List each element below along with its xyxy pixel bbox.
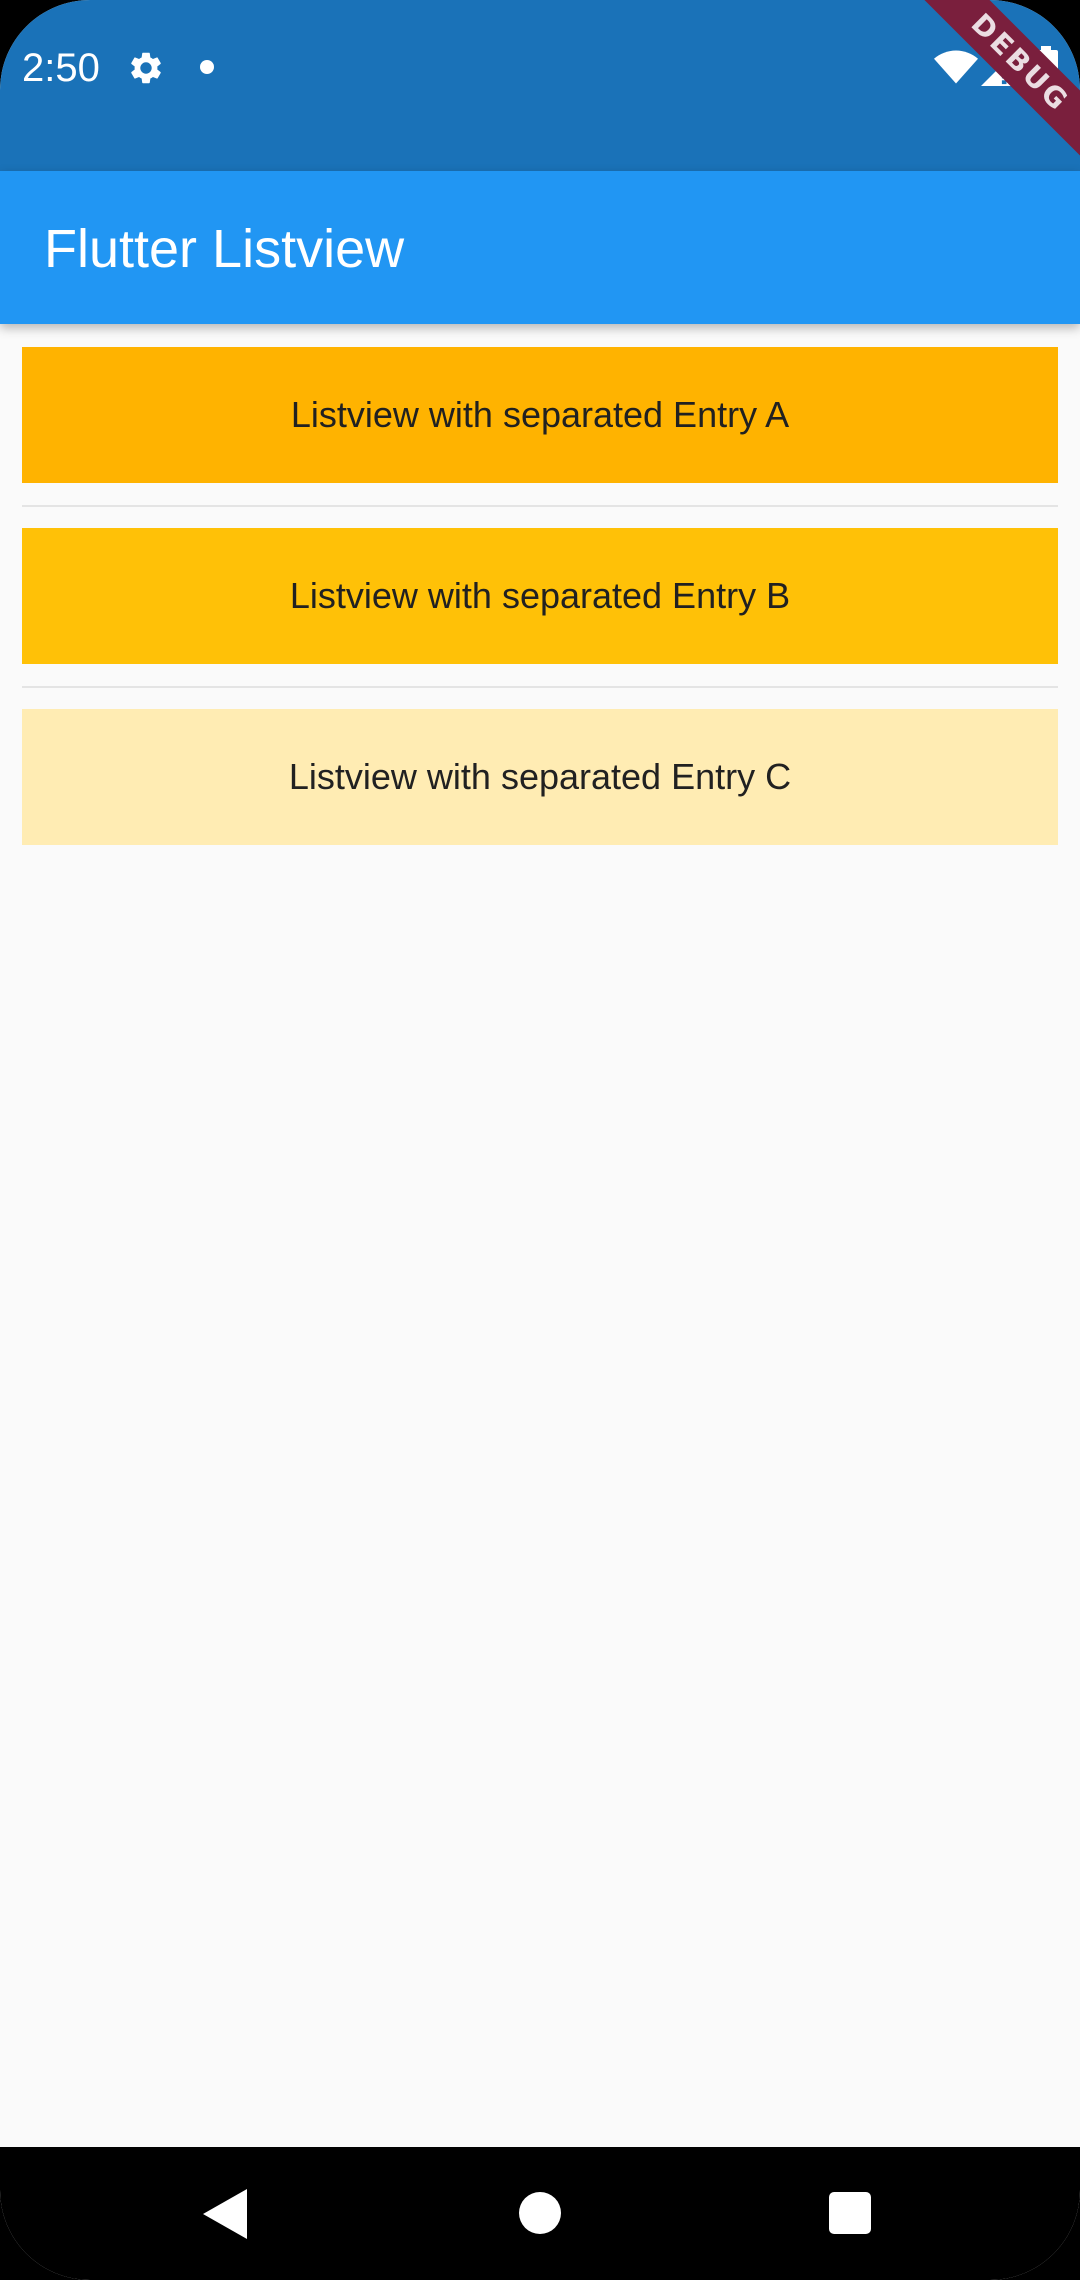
app-bar: Flutter Listview	[0, 171, 1080, 324]
notification-dot-icon	[200, 60, 214, 74]
home-icon[interactable]	[519, 2192, 561, 2234]
list-item-label: Listview with separated Entry B	[289, 575, 791, 616]
list-divider	[22, 664, 1058, 709]
status-bar: 2:50	[0, 0, 1080, 171]
recents-icon[interactable]	[829, 2192, 871, 2234]
navigation-bar	[0, 2147, 1080, 2280]
list-item-label: Listview with separated Entry C	[288, 756, 792, 797]
phone-screen: 2:50 DEBUG Flutter Listview Listview wit…	[0, 0, 1080, 2280]
list-item-entry-b[interactable]: Listview with separated Entry B	[22, 528, 1058, 664]
wifi-icon	[934, 50, 978, 84]
status-time: 2:50	[22, 46, 100, 90]
app-title: Flutter Listview	[44, 219, 405, 279]
entry-list: Listview with separated Entry A Listview…	[22, 347, 1058, 845]
list-item-entry-a[interactable]: Listview with separated Entry A	[22, 347, 1058, 483]
list-item-entry-c[interactable]: Listview with separated Entry C	[22, 709, 1058, 845]
list-item-label: Listview with separated Entry A	[290, 394, 790, 435]
settings-icon	[131, 52, 161, 84]
back-icon[interactable]	[203, 2189, 247, 2239]
list-divider	[22, 483, 1058, 528]
